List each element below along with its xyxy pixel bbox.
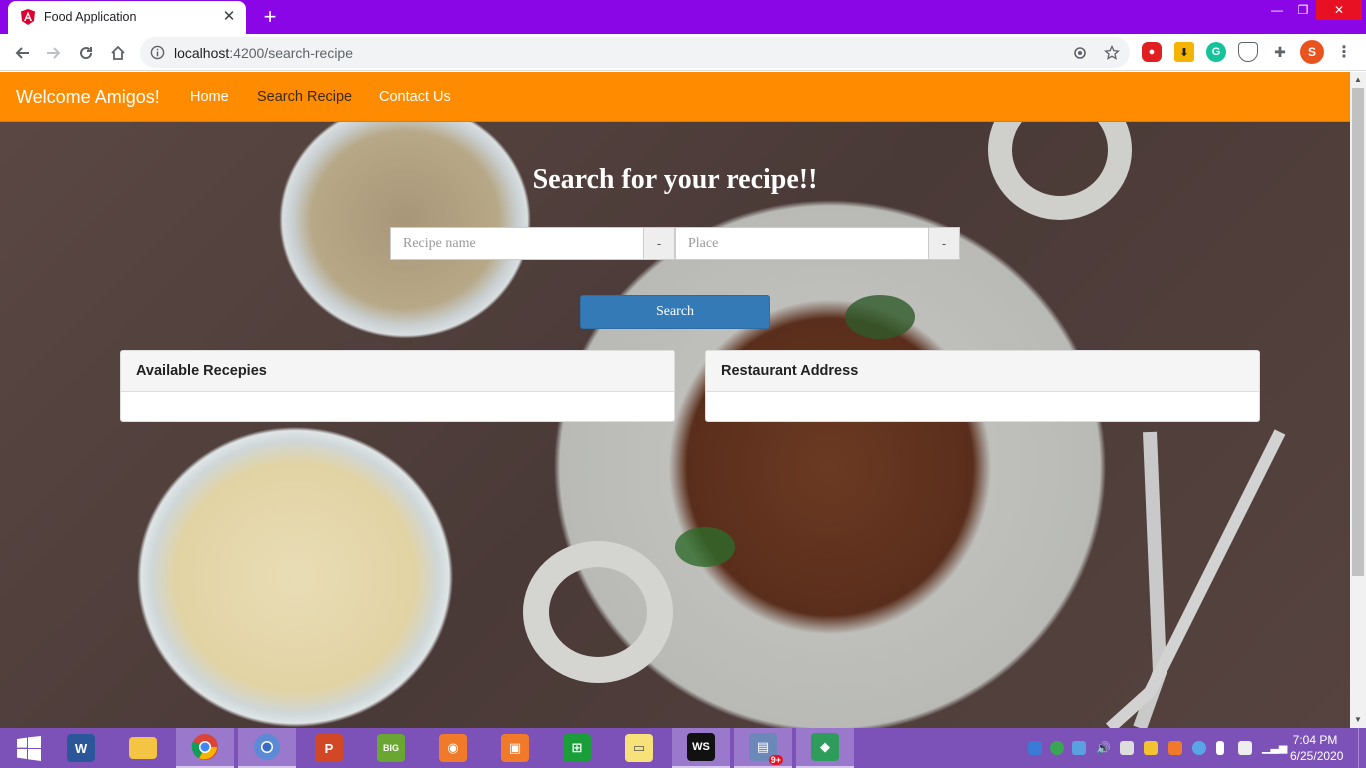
place-addon: -	[929, 227, 960, 260]
more-menu-icon[interactable]: ⋮	[1334, 42, 1354, 62]
recipe-name-group: -	[390, 227, 675, 260]
show-desktop-button[interactable]	[1358, 728, 1366, 768]
tray-fox-icon[interactable]	[1168, 741, 1182, 755]
task-app-icon[interactable]: ▤ 9+	[734, 728, 792, 768]
forward-icon[interactable]	[40, 39, 68, 67]
brand-title[interactable]: Welcome Amigos!	[16, 87, 160, 108]
recipe-name-input[interactable]	[390, 227, 644, 260]
nav-link-home[interactable]: Home	[190, 89, 229, 105]
file-explorer-icon[interactable]	[114, 728, 172, 768]
sticky-notes-icon[interactable]: ▭	[610, 728, 668, 768]
angular-icon	[21, 9, 35, 25]
home-icon[interactable]	[104, 39, 132, 67]
info-icon[interactable]	[150, 45, 165, 60]
restore-icon[interactable]: ❐	[1290, 0, 1316, 20]
taskbar-clock[interactable]: 7:04 PM 6/25/2020	[1290, 732, 1344, 764]
new-tab-button[interactable]: +	[256, 4, 284, 32]
tray-mail-icon[interactable]	[1238, 741, 1252, 755]
available-recipes-heading: Available Recepies	[121, 351, 674, 392]
scroll-down-icon[interactable]: ▼	[1350, 712, 1366, 728]
windows-start-icon[interactable]	[0, 728, 58, 768]
green-app-icon[interactable]: ◆	[796, 728, 854, 768]
minimize-icon[interactable]: —	[1264, 0, 1290, 20]
tray-app-icon[interactable]	[1072, 741, 1086, 755]
page-scrollbar[interactable]: ▲ ▼	[1350, 72, 1366, 728]
tray-cloud-icon[interactable]	[1192, 741, 1206, 755]
nav-link-contact-us[interactable]: Contact Us	[379, 89, 451, 105]
chromium-app-icon[interactable]	[238, 728, 296, 768]
page-viewport: Welcome Amigos! Home Search Recipe Conta…	[0, 72, 1350, 728]
tray-network-app-icon[interactable]	[1028, 741, 1042, 755]
store-app-icon[interactable]: ⊞	[548, 728, 606, 768]
back-icon[interactable]	[8, 39, 36, 67]
shield-extension-icon[interactable]	[1238, 42, 1258, 62]
browser-tab-strip: Food Application ✕ + — ❐ ✕	[0, 0, 1366, 34]
wifi-signal-icon[interactable]: ▁▃▅	[1262, 741, 1287, 755]
available-recipes-panel: Available Recepies	[120, 350, 675, 422]
tray-folder-icon[interactable]	[1144, 741, 1158, 755]
bookmark-star-icon[interactable]	[1102, 43, 1122, 63]
chrome-app-icon[interactable]	[176, 728, 234, 768]
window-close-icon[interactable]: ✕	[1316, 0, 1362, 20]
address-bar[interactable]: localhost:4200/search-recipe	[140, 37, 1130, 68]
location-icon[interactable]	[1070, 43, 1090, 63]
search-button[interactable]: Search	[580, 295, 770, 329]
scroll-up-icon[interactable]: ▲	[1350, 72, 1366, 88]
media-app-icon[interactable]: ◉	[424, 728, 482, 768]
volume-icon[interactable]: 🔊	[1096, 741, 1111, 755]
battery-icon[interactable]	[1216, 741, 1224, 755]
windows-taskbar: W P BIG ◉ ▣ ⊞ ▭ WS ▤ 9+ ◆ 🔊 ▁▃▅ 7:04 PM …	[0, 728, 1366, 768]
browser-toolbar: localhost:4200/search-recipe ● ⬇ G ✚ S ⋮	[0, 34, 1366, 71]
clock-time: 7:04 PM	[1292, 733, 1338, 747]
close-icon[interactable]: ✕	[220, 8, 238, 26]
browser-tab[interactable]: Food Application ✕	[8, 1, 246, 34]
notification-badge: 9+	[768, 755, 783, 765]
nav-link-search-recipe[interactable]: Search Recipe	[257, 89, 352, 105]
place-input[interactable]	[675, 227, 929, 260]
search-heading: Search for your recipe!!	[532, 164, 818, 195]
tray-sync-icon[interactable]	[1050, 741, 1064, 755]
word-app-icon[interactable]: W	[52, 728, 110, 768]
place-group: -	[675, 227, 960, 260]
profile-avatar[interactable]: S	[1300, 40, 1324, 64]
extensions-puzzle-icon[interactable]: ✚	[1270, 42, 1290, 62]
powerpoint-app-icon[interactable]: P	[300, 728, 358, 768]
grammarly-extension-icon[interactable]: G	[1206, 42, 1226, 62]
restaurant-address-heading: Restaurant Address	[706, 351, 1259, 392]
camera-app-icon[interactable]: ▣	[486, 728, 544, 768]
tray-device-icon[interactable]	[1120, 741, 1134, 755]
recipe-addon: -	[644, 227, 675, 260]
clock-date: 6/25/2020	[1290, 749, 1344, 763]
webstorm-app-icon[interactable]: WS	[672, 728, 730, 768]
bigfarm-game-icon[interactable]: BIG	[362, 728, 420, 768]
url-text: localhost:4200/search-recipe	[174, 45, 354, 61]
site-navbar: Welcome Amigos! Home Search Recipe Conta…	[0, 72, 1350, 122]
reload-icon[interactable]	[72, 39, 100, 67]
scroll-thumb[interactable]	[1352, 88, 1364, 576]
adblock-extension-icon[interactable]: ●	[1142, 42, 1162, 62]
download-extension-icon[interactable]: ⬇	[1174, 42, 1194, 62]
restaurant-address-panel: Restaurant Address	[705, 350, 1260, 422]
tab-title: Food Application	[44, 10, 137, 24]
